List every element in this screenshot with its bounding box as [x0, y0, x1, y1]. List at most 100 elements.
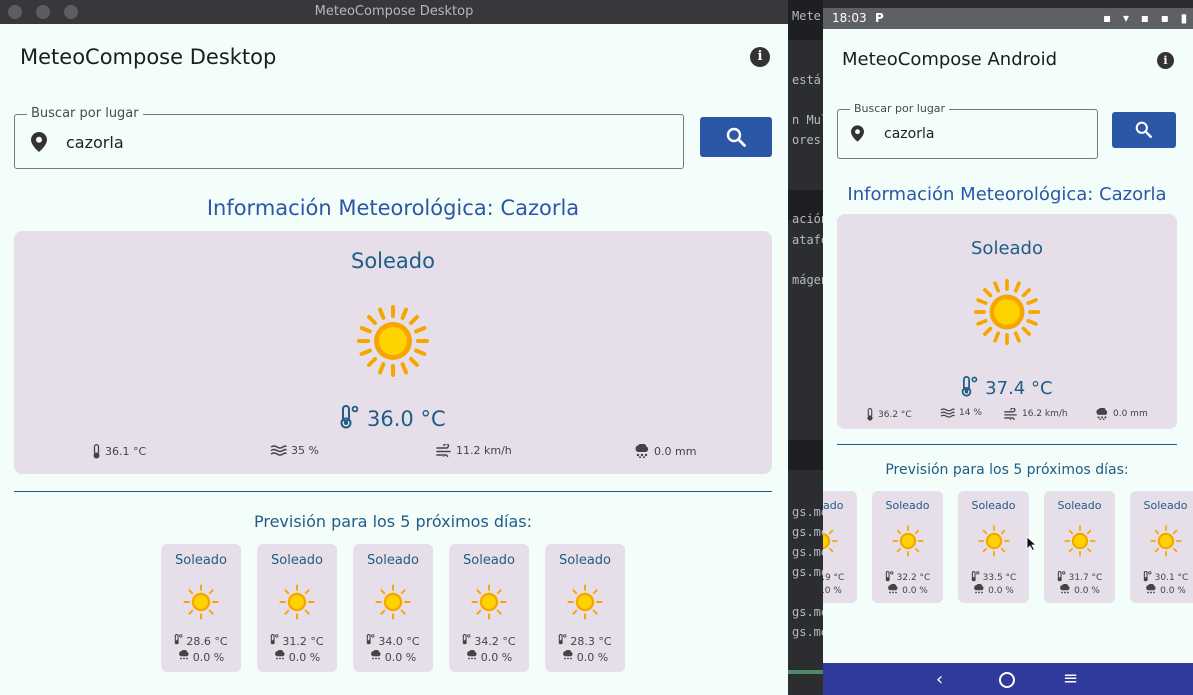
rain-cloud-icon [887, 583, 899, 598]
forecast-card: Soleado 30.1 °C 0.0 % [1130, 491, 1193, 603]
android-emulator-screen: 18:03 P ▪ ▾ ▪ ▪ ▮ MeteoCompose Android i… [823, 8, 1193, 695]
forecast-temperature: 31.2 °C [257, 633, 337, 649]
rain-cloud-icon [973, 583, 985, 598]
search-field[interactable]: Buscar por lugar cazorla [837, 102, 1098, 159]
search-icon [1135, 121, 1152, 138]
status-bar: 18:03 P ▪ ▾ ▪ ▪ ▮ [823, 8, 1193, 29]
thermometer-small-icon [93, 444, 100, 459]
forecast-temperature-value: 34.0 °C [378, 634, 420, 648]
sun-icon [279, 584, 315, 620]
nav-home-icon[interactable] [999, 672, 1015, 688]
forecast-card: Soleado 34.0 °C 0.0 % [353, 544, 433, 672]
search-input[interactable]: cazorla [66, 133, 124, 152]
precipitation-metric: 0.0 mm [1095, 408, 1148, 420]
ide-progress [788, 670, 823, 674]
ide-background-window: Mete está n Mul ores ación atafo mágen g… [788, 0, 823, 695]
rain-cloud-icon [274, 649, 286, 664]
wind-icon [436, 444, 451, 457]
ide-band [788, 440, 823, 470]
feels-like-metric: 36.1 °C [92, 444, 146, 459]
info-icon[interactable]: i [750, 47, 770, 67]
forecast-rain: 0.0 % [161, 649, 241, 664]
thermometer-small-icon [867, 408, 873, 421]
forecast-rain-value: 0.0 % [192, 650, 225, 664]
forecast-rain: 0.0 % [353, 649, 433, 664]
thermometer-icon [558, 633, 567, 649]
window-titlebar: MeteoCompose Desktop [0, 0, 788, 24]
precipitation-metric: 0.0 mm [634, 444, 696, 458]
sun-icon [1150, 525, 1182, 557]
sun-icon [357, 305, 429, 377]
forecast-temperature-value: 28.6 °C [186, 634, 228, 648]
sun-icon [183, 584, 219, 620]
search-button[interactable] [700, 117, 772, 157]
rain-cloud-icon [635, 444, 649, 458]
ide-line: gs.me [792, 605, 823, 619]
forecast-card: Soleado 28.3 °C 0.0 % [545, 544, 625, 672]
nav-back-icon[interactable]: ‹ [936, 669, 943, 690]
forecast-rain-value: 0.0 % [480, 650, 513, 664]
forecast-rain: 0.0 % [872, 583, 943, 598]
forecast-condition: Soleado [463, 553, 515, 568]
ide-line: atafo [792, 233, 823, 247]
forecast-title: Previsión para los 5 próximos días: [885, 462, 1129, 478]
current-temperature-value: 36.0 °C [367, 407, 446, 431]
search-input[interactable]: cazorla [884, 126, 934, 142]
forecast-rain-value: 0.0 % [576, 650, 609, 664]
current-temperature-value: 37.4 °C [985, 378, 1053, 399]
ide-line: gs.me [792, 505, 823, 519]
status-time: 18:03 [832, 11, 867, 25]
wind-icon [1004, 408, 1017, 420]
forecast-temperature: 28.3 °C [545, 633, 625, 649]
ide-line: gs.me [792, 545, 823, 559]
sun-icon [892, 525, 924, 557]
app-title: MeteoCompose Android [842, 49, 1058, 70]
current-temperature: 37.4 °C [837, 376, 1177, 399]
forecast-temperature-value: 33.5 °C [982, 573, 1017, 583]
thermometer-icon [340, 405, 359, 429]
divider [14, 491, 772, 492]
ide-line: gs.me [792, 625, 823, 639]
humidity-value: 14 % [959, 408, 982, 418]
nav-menu-icon[interactable]: ≡ [1063, 668, 1078, 689]
forecast-condition: Soleado [823, 499, 844, 512]
forecast-condition: Soleado [1057, 499, 1102, 512]
forecast-temperature-value: 32.2 °C [896, 573, 931, 583]
current-weather-card: Soleado 36.0 °C 36.1 °C 35 % 11.2 km/h 0… [14, 231, 772, 474]
forecast-condition: Soleado [971, 499, 1016, 512]
current-temperature: 36.0 °C [14, 405, 772, 431]
forecast-condition: Soleado [175, 553, 227, 568]
divider [837, 444, 1177, 445]
feels-like-metric: 36.2 °C [866, 408, 912, 421]
humidity-waves-icon [940, 408, 955, 418]
forecast-rain-value: 0.0 % [384, 650, 417, 664]
forecast-temperature: 28.6 °C [161, 633, 241, 649]
rain-cloud-icon [466, 649, 478, 664]
wind-metric: 16.2 km/h [1004, 408, 1068, 420]
forecast-title: Previsión para los 5 próximos días: [253, 512, 533, 531]
sun-icon [823, 529, 838, 553]
sun-icon [973, 278, 1041, 346]
forecast-rain: 0.0 % [1130, 583, 1193, 598]
sun-icon [1064, 525, 1096, 557]
forecast-card: Soleado 28.6 °C 0.0 % [161, 544, 241, 672]
thermometer-icon [962, 376, 978, 397]
window-title: MeteoCompose Desktop [314, 4, 474, 19]
ide-line: n Mul [792, 113, 823, 127]
status-icons: ▪ ▾ ▪ ▪ ▮ [1103, 11, 1192, 25]
forecast-condition: Soleado [367, 553, 419, 568]
forecast-rain-value: 0.0 % [1160, 586, 1186, 596]
forecast-card: Soleado 34.2 °C 0.0 % [449, 544, 529, 672]
current-weather-card: Soleado 37.4 °C 36.2 °C 14 % 16.2 km/h 0… [837, 214, 1177, 429]
search-field[interactable]: Buscar por lugar cazorla [14, 106, 684, 169]
wind-metric: 11.2 km/h [436, 444, 512, 457]
info-icon[interactable]: i [1157, 52, 1174, 69]
sun-icon [567, 584, 603, 620]
forecast-card: Soleado 33.5 °C 0.0 % [958, 491, 1029, 603]
ide-line: ación [792, 212, 823, 226]
sun-icon [978, 525, 1010, 557]
search-field-label: Buscar por lugar [27, 106, 143, 121]
wind-value: 16.2 km/h [1022, 409, 1068, 419]
thermometer-icon [366, 633, 375, 649]
search-button[interactable] [1112, 112, 1176, 148]
